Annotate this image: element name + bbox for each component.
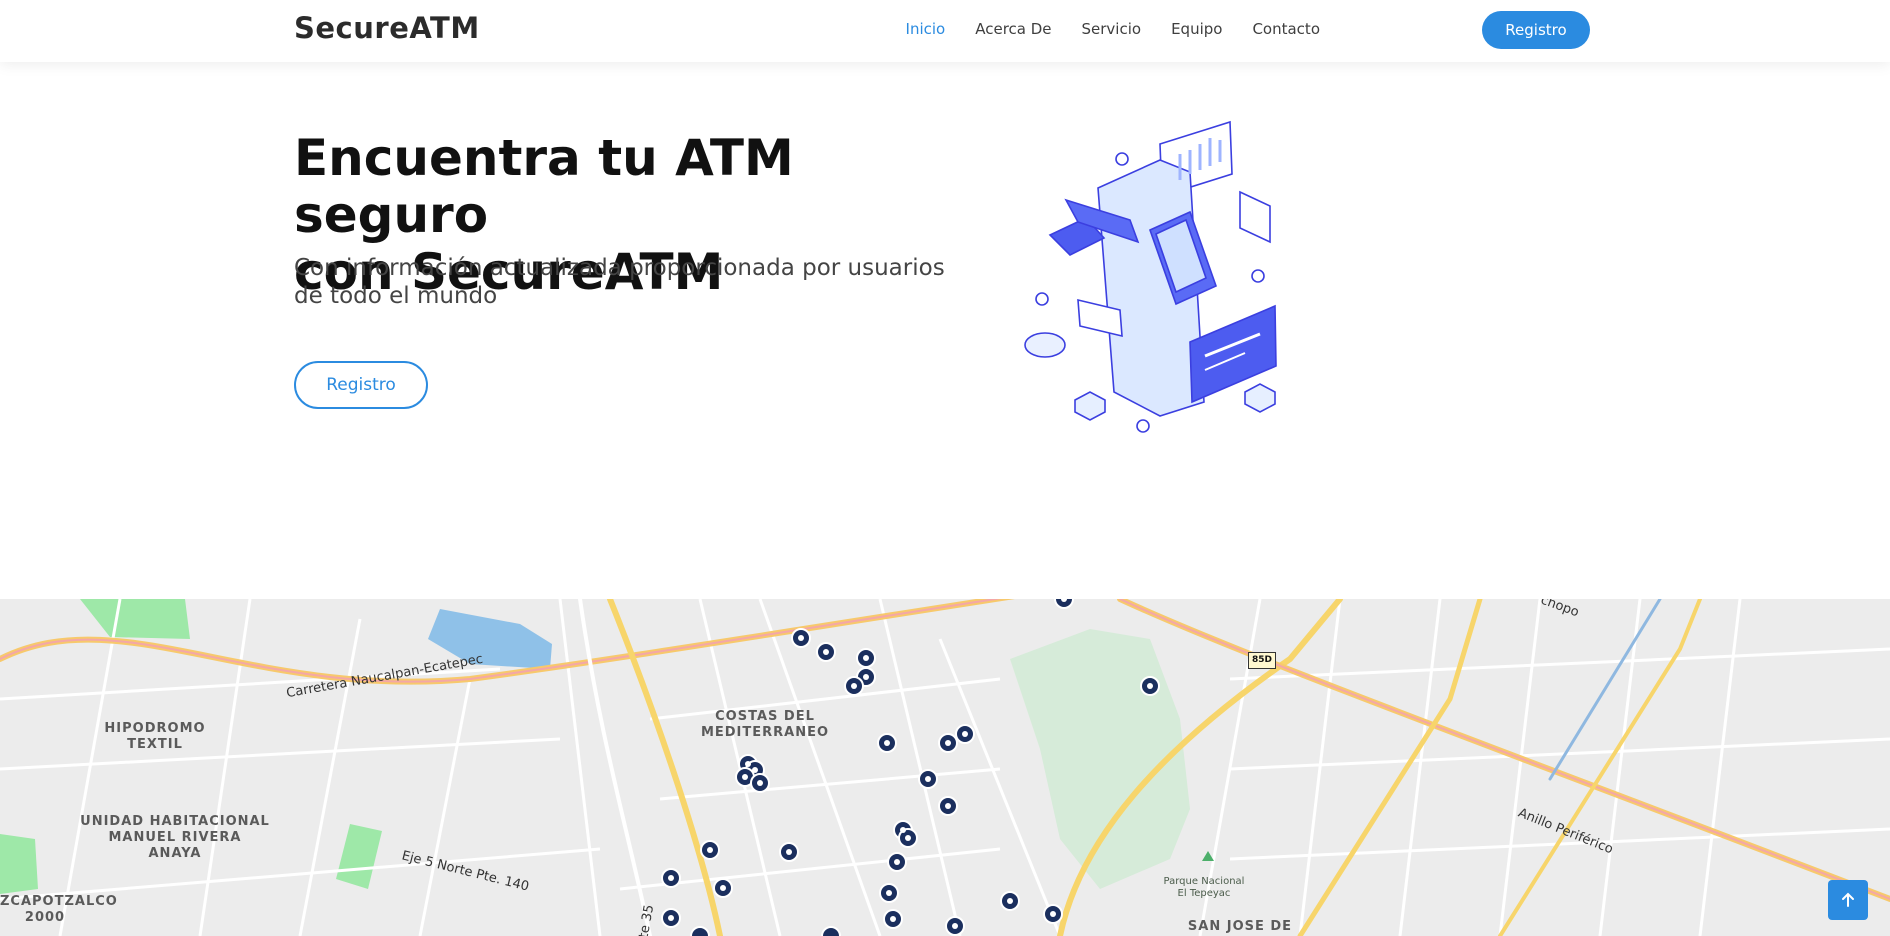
area-azcapotzalco: ZCAPOTZALCO 2000 <box>0 894 118 925</box>
nav-contacto[interactable]: Contacto <box>1252 20 1320 38</box>
hero-registro-button[interactable]: Registro <box>294 361 428 409</box>
highway-shield-85d: 85D <box>1248 652 1276 669</box>
main-nav: Inicio Acerca De Servicio Equipo Contact… <box>906 20 1320 38</box>
scroll-to-top-button[interactable] <box>1828 880 1868 920</box>
arrow-up-icon <box>1842 892 1854 907</box>
site-logo[interactable]: SecureATM <box>294 11 480 45</box>
atm-illustration <box>1024 120 1277 433</box>
atm-map[interactable]: COSTAS DEL MEDITERRANEO HIPODROMO TEXTIL… <box>0 599 1890 936</box>
nav-acerca-de[interactable]: Acerca De <box>975 20 1051 38</box>
nav-inicio[interactable]: Inicio <box>906 20 946 38</box>
site-header: SecureATM Inicio Acerca De Servicio Equi… <box>0 0 1890 62</box>
area-unidad-habitacional: UNIDAD HABITACIONAL MANUEL RIVERA ANAYA <box>80 814 270 861</box>
hero-subtitle: Con información actualizada proporcionad… <box>294 255 945 309</box>
hero-title-line1: Encuentra tu ATM seguro <box>294 129 794 244</box>
nav-registro-button[interactable]: Registro <box>1482 11 1590 49</box>
area-costas-del-mediterraneo: COSTAS DEL MEDITERRANEO <box>700 709 830 740</box>
park-label: Parque Nacional El Tepeyac <box>1163 876 1245 899</box>
nav-servicio[interactable]: Servicio <box>1082 20 1142 38</box>
map-canvas[interactable] <box>0 599 1890 936</box>
area-hipodromo-textil: HIPODROMO TEXTIL <box>104 721 206 752</box>
nav-equipo[interactable]: Equipo <box>1171 20 1222 38</box>
area-san-jose-de: SAN JOSE DE <box>1187 919 1293 934</box>
